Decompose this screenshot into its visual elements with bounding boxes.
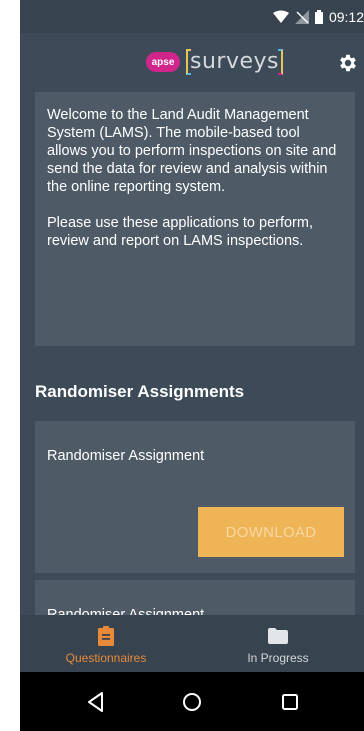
assignment-card: Randomiser Assignment (35, 580, 355, 623)
clipboard-icon (95, 625, 117, 647)
no-signal-icon (294, 10, 309, 24)
brand-wordmark: surveys (186, 47, 283, 77)
welcome-paragraph-2: Please use these applications to perform… (47, 215, 313, 249)
system-nav-bar (20, 672, 364, 731)
welcome-paragraph-1: Welcome to the Land Audit Management Sys… (47, 107, 337, 195)
assignment-label: Randomiser Assignment (47, 448, 205, 464)
status-bar: 09:12 (20, 0, 364, 33)
battery-icon (314, 10, 323, 24)
brand-name: surveys (190, 49, 279, 74)
wifi-icon (272, 10, 289, 23)
brand-badge: apse (146, 52, 180, 72)
folder-icon (267, 625, 289, 647)
tab-questionnaires[interactable]: Questionnaires (20, 615, 192, 672)
bracket-right-icon (278, 49, 283, 75)
app-bar: apse surveys (20, 33, 364, 93)
tab-label: Questionnaires (65, 651, 147, 665)
status-time: 09:12 (328, 9, 364, 25)
status-icons: 09:12 (272, 9, 364, 25)
back-icon[interactable] (84, 690, 108, 714)
bottom-nav: Questionnaires In Progress (20, 615, 364, 672)
bracket-left-icon (186, 49, 191, 75)
app-logo: apse surveys (146, 47, 283, 77)
welcome-card: Welcome to the Land Audit Management Sys… (35, 92, 355, 346)
download-button[interactable]: DOWNLOAD (198, 507, 344, 557)
home-icon[interactable] (180, 690, 204, 714)
assignment-card: Randomiser Assignment DOWNLOAD (35, 421, 355, 573)
tab-label: In Progress (247, 651, 309, 665)
tab-in-progress[interactable]: In Progress (192, 615, 364, 672)
recents-icon[interactable] (278, 690, 302, 714)
section-title: Randomiser Assignments (35, 382, 245, 401)
welcome-text: Welcome to the Land Audit Management Sys… (47, 106, 343, 250)
gear-icon[interactable] (337, 52, 359, 74)
app-screen: 09:12 apse surveys Welcome to the Land A… (20, 0, 364, 731)
